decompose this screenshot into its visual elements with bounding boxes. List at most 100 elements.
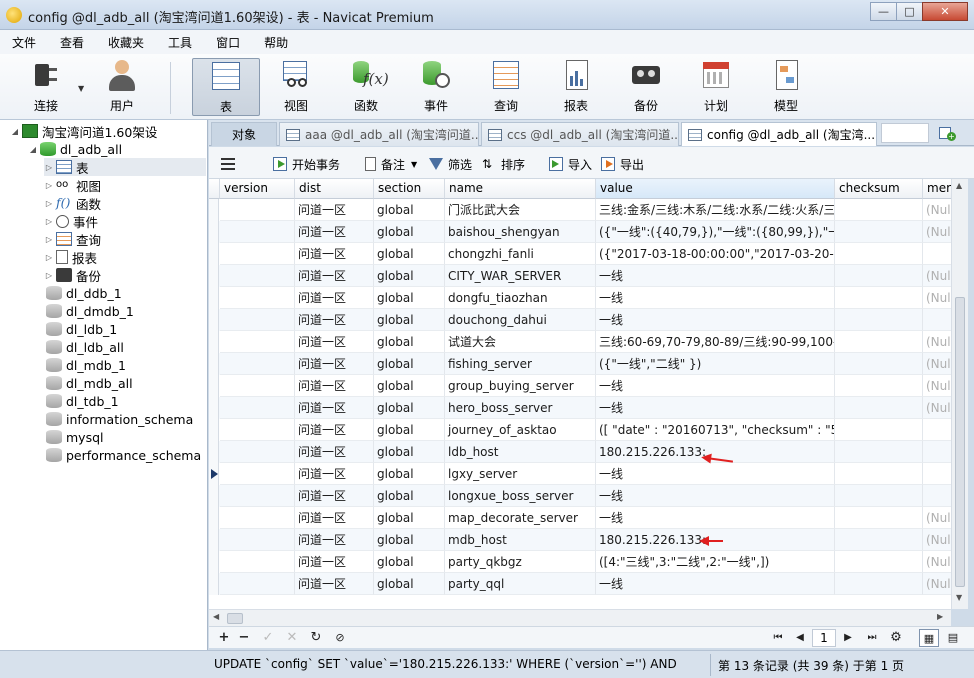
cell-checksum[interactable] (835, 243, 923, 265)
cell-version[interactable] (220, 529, 295, 551)
row-indicator[interactable] (209, 529, 219, 551)
table-row[interactable]: 问道一区 global group_buying_server 一线 (Nul (209, 375, 951, 397)
cell-dist[interactable]: 问道一区 (295, 441, 374, 463)
horizontal-scroll-thumb[interactable] (227, 613, 243, 624)
maximize-button[interactable]: □ (896, 2, 923, 21)
schedule-button[interactable]: 计划 (682, 58, 750, 116)
table-row[interactable]: 问道一区 global journey_of_asktao([ "date" : "… (209, 419, 951, 441)
row-indicator[interactable] (209, 441, 219, 463)
cell-checksum[interactable] (835, 287, 923, 309)
table-row[interactable]: 问道一区 global map_decorate_server 一线 (Nul (209, 507, 951, 529)
tree-item-backups[interactable]: ▷ 备份 (44, 266, 101, 284)
minimize-button[interactable]: — (870, 2, 897, 21)
table-row[interactable]: 问道一区 global mdb_host 180.215.226.133: (Nul (209, 529, 951, 551)
export-button[interactable]: 导出 (601, 155, 644, 173)
cell-dist[interactable]: 问道一区 (295, 463, 374, 485)
cell-mer[interactable]: (Nul (923, 331, 951, 353)
row-indicator[interactable] (209, 397, 219, 419)
column-header-dist[interactable]: dist (295, 179, 374, 199)
cell-section[interactable]: global (374, 265, 445, 287)
cell-dist[interactable]: 问道一区 (295, 397, 374, 419)
tree-db-dl_dmdb_1[interactable]: dl_dmdb_1 (44, 302, 134, 320)
cell-mer[interactable] (923, 441, 951, 463)
menu-help[interactable]: 帮助 (252, 34, 300, 51)
table-row[interactable]: 问道一区 global CITY_WAR_SERVER 一线 (Nul (209, 265, 951, 287)
cell-section[interactable]: global (374, 397, 445, 419)
cell-version[interactable] (220, 287, 295, 309)
cell-value[interactable]: ([4:"三线",3:"二线",2:"一线",]) (596, 551, 835, 573)
vertical-scroll-thumb[interactable] (955, 297, 965, 587)
delete-record-icon[interactable]: − (235, 629, 253, 647)
cell-name[interactable]: map_decorate_server (445, 507, 596, 529)
expand-icon[interactable]: ▷ (44, 253, 54, 262)
menu-icon[interactable] (221, 155, 235, 173)
row-indicator[interactable] (209, 221, 219, 243)
cell-dist[interactable]: 问道一区 (295, 375, 374, 397)
cell-checksum[interactable] (835, 551, 923, 573)
tab-ccs[interactable]: ccs @dl_adb_all (淘宝湾问道... (481, 122, 679, 146)
cell-value[interactable]: ({"一线":({40,79,}),"一线":({80,99,}),"一线":(… (596, 221, 835, 243)
expand-icon[interactable]: ▷ (44, 217, 54, 226)
scroll-left-icon[interactable]: ◀ (213, 612, 219, 621)
add-record-icon[interactable]: + (215, 629, 233, 647)
cell-version[interactable] (220, 397, 295, 419)
event-button[interactable]: 事件 (402, 58, 470, 116)
cell-name[interactable]: CITY_WAR_SERVER (445, 265, 596, 287)
cell-version[interactable] (220, 463, 295, 485)
import-button[interactable]: 导入 (549, 155, 592, 173)
cell-dist[interactable]: 问道一区 (295, 529, 374, 551)
cell-name[interactable]: party_qql (445, 573, 596, 595)
column-header-mer[interactable]: mer (923, 179, 951, 199)
next-page-icon[interactable]: ▶ (839, 629, 857, 647)
cell-name[interactable]: mdb_host (445, 529, 596, 551)
cell-mer[interactable]: (Nul (923, 199, 951, 221)
menu-view[interactable]: 查看 (48, 34, 96, 51)
row-indicator[interactable] (209, 243, 219, 265)
cell-section[interactable]: global (374, 243, 445, 265)
apply-changes-icon[interactable]: ✓ (259, 629, 277, 647)
table-row[interactable]: 问道一区 global chongzhi_fanli ({"2017-03-18-00… (209, 243, 951, 265)
backup-button[interactable]: 备份 (612, 58, 680, 116)
cell-version[interactable] (220, 353, 295, 375)
collapse-icon[interactable]: ◢ (28, 145, 38, 154)
cell-dist[interactable]: 问道一区 (295, 243, 374, 265)
begin-transaction-button[interactable]: 开始事务 (273, 155, 340, 173)
cell-mer[interactable]: (Nul (923, 287, 951, 309)
tree-db-dl_ldb_1[interactable]: dl_ldb_1 (44, 320, 117, 338)
first-page-icon[interactable]: ⏮ (769, 629, 787, 647)
column-header-checksum[interactable]: checksum (835, 179, 923, 199)
table-row[interactable]: 问道一区 global 试道大会 三线:60-69,70-79,80-89/三线:90… (209, 331, 951, 353)
table-row[interactable]: 问道一区 global party_qql 一线 (Nul (209, 573, 951, 595)
expand-icon[interactable]: ▷ (44, 271, 54, 280)
cell-name[interactable]: baishou_shengyan (445, 221, 596, 243)
row-indicator[interactable] (209, 507, 219, 529)
table-row[interactable]: 问道一区 global party_qkbgz ([4:"三线",3:"二线",2:"… (209, 551, 951, 573)
cell-name[interactable]: group_buying_server (445, 375, 596, 397)
row-indicator[interactable] (209, 331, 219, 353)
cell-value[interactable]: 一线 (596, 375, 835, 397)
expand-icon[interactable]: ▷ (44, 199, 54, 208)
cell-mer[interactable]: (Nul (923, 551, 951, 573)
cell-value[interactable]: 三线:60-69,70-79,80-89/三线:90-99,100-10 (596, 331, 835, 353)
menu-file[interactable]: 文件 (0, 34, 48, 51)
tree-connection[interactable]: ◢ 淘宝湾问道1.60架设 (10, 122, 157, 140)
menu-window[interactable]: 窗口 (204, 34, 252, 51)
row-indicator[interactable] (209, 551, 219, 573)
cell-mer[interactable]: (Nul (923, 375, 951, 397)
cell-section[interactable]: global (374, 199, 445, 221)
menu-tools[interactable]: 工具 (156, 34, 204, 51)
cell-mer[interactable]: (Nul (923, 529, 951, 551)
cell-checksum[interactable] (835, 419, 923, 441)
row-indicator[interactable] (209, 309, 219, 331)
cell-section[interactable]: global (374, 287, 445, 309)
function-button[interactable]: f(x) 函数 (332, 58, 400, 116)
cell-dist[interactable]: 问道一区 (295, 287, 374, 309)
expand-icon[interactable]: ▷ (44, 181, 54, 190)
cell-value[interactable]: 一线 (596, 507, 835, 529)
tree-db-performance_schema[interactable]: performance_schema (44, 446, 201, 464)
cell-dist[interactable]: 问道一区 (295, 573, 374, 595)
table-button[interactable]: 表 (192, 58, 260, 116)
scroll-up-icon[interactable]: ▲ (956, 181, 962, 190)
cell-checksum[interactable] (835, 375, 923, 397)
cell-checksum[interactable] (835, 463, 923, 485)
